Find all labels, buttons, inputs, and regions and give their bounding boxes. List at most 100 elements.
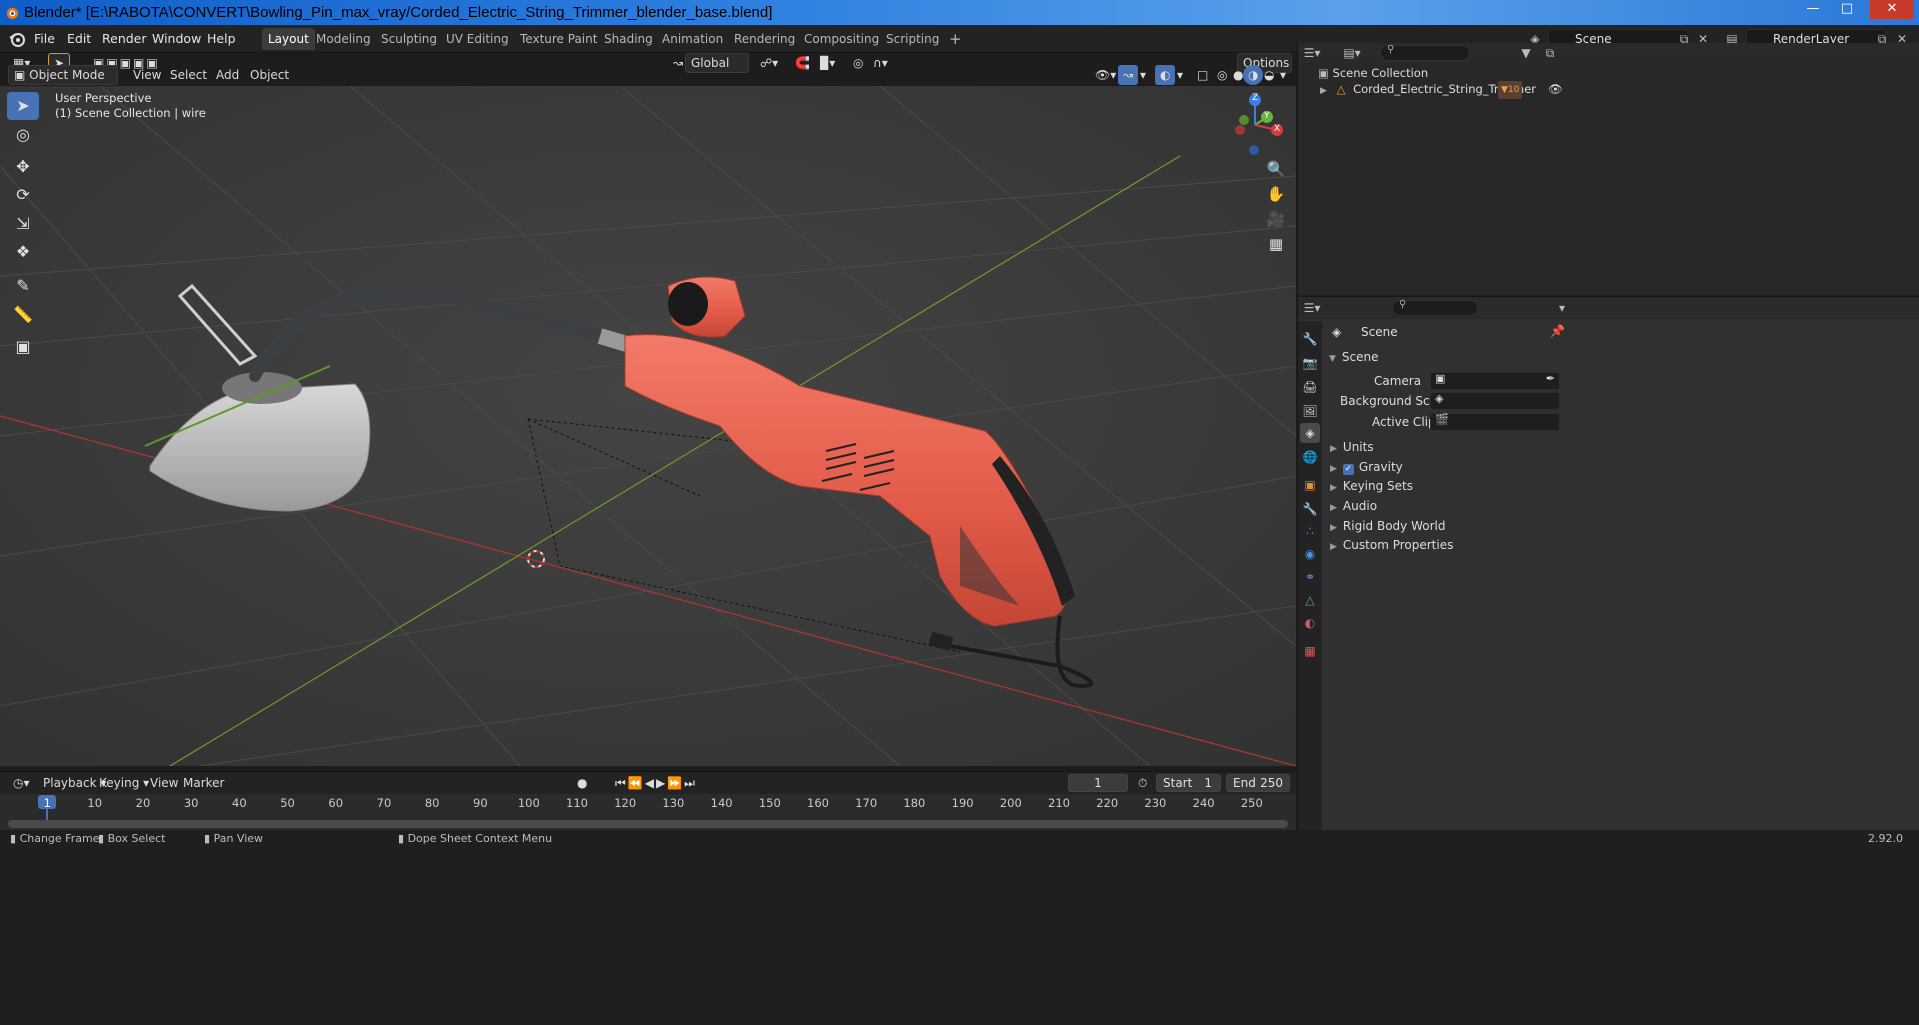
panel-custom-properties[interactable]: ▶ Custom Properties bbox=[1330, 538, 1453, 552]
modifier-tab-icon[interactable]: 🔧 bbox=[1300, 499, 1320, 519]
world-tab-icon[interactable]: 🌐 bbox=[1300, 447, 1320, 467]
viewport-menu-object[interactable]: Object bbox=[245, 65, 294, 85]
viewport-menu-view[interactable]: View bbox=[128, 65, 166, 85]
marker-menu[interactable]: Marker bbox=[178, 773, 229, 793]
texture-tab-icon[interactable]: ▦ bbox=[1300, 641, 1320, 661]
measure-icon[interactable]: 📏 bbox=[7, 301, 39, 329]
pin-icon[interactable]: 📌 bbox=[1550, 324, 1565, 338]
tab-modeling[interactable]: Modeling bbox=[310, 28, 377, 50]
eyedropper-icon[interactable]: ✒ bbox=[1546, 372, 1555, 385]
panel-gravity[interactable]: ▶ ✓ Gravity bbox=[1330, 460, 1403, 475]
viewport-perspective-label: User Perspective bbox=[55, 91, 152, 105]
tab-texture-paint[interactable]: Texture Paint bbox=[514, 28, 603, 50]
select-box-icon[interactable]: ➤ bbox=[7, 92, 39, 120]
current-frame-field[interactable]: 1 bbox=[1068, 774, 1128, 792]
expand-arrow-icon[interactable]: ▶ bbox=[1320, 86, 1327, 96]
display-mode-icon[interactable]: ▤▾ bbox=[1342, 44, 1362, 62]
xray-toggle-icon[interactable]: □ bbox=[1192, 65, 1213, 85]
add-cube-icon[interactable]: ▣ bbox=[7, 333, 39, 361]
zoom-icon[interactable]: 🔍 bbox=[1263, 157, 1289, 181]
panel-keying-sets[interactable]: ▶ Keying Sets bbox=[1330, 479, 1413, 493]
keying-label: Keying bbox=[99, 776, 140, 790]
properties-options-icon[interactable]: ▾ bbox=[1552, 299, 1572, 317]
end-frame-field[interactable]: End 250 bbox=[1226, 774, 1290, 792]
camera-field[interactable]: ▣ ✒ bbox=[1430, 372, 1560, 390]
add-workspace-button[interactable]: + bbox=[943, 28, 968, 50]
particles-tab-icon[interactable]: ∴ bbox=[1300, 521, 1320, 541]
cursor-icon[interactable]: ◎ bbox=[7, 121, 39, 149]
menu-help[interactable]: Help bbox=[203, 30, 240, 48]
menu-window[interactable]: Window bbox=[148, 30, 205, 48]
blender-menu-icon[interactable] bbox=[8, 30, 26, 48]
timeline-scrollbar[interactable] bbox=[8, 820, 1288, 828]
tab-uv-editing[interactable]: UV Editing bbox=[440, 28, 515, 50]
properties-editor-type-icon[interactable]: ☰▾ bbox=[1302, 299, 1322, 317]
stopwatch-icon[interactable]: ⏱ bbox=[1133, 773, 1152, 793]
record-keyframe-icon[interactable]: ● bbox=[572, 773, 592, 793]
tab-rendering[interactable]: Rendering bbox=[728, 28, 801, 50]
outliner-panel: ☰▾ ▤▾ ⚲ ▼ ⧉ ▣ Scene Collection ▶ △ Corde… bbox=[1297, 43, 1919, 295]
visibility-eye-icon[interactable]: 👁 bbox=[1548, 80, 1563, 98]
tab-compositing[interactable]: Compositing bbox=[798, 28, 885, 50]
output-tab-icon[interactable]: 🖨 bbox=[1300, 377, 1320, 397]
move-icon[interactable]: ✥ bbox=[7, 153, 39, 181]
object-tab-icon[interactable]: ▣ bbox=[1300, 475, 1320, 495]
render-tab-icon[interactable]: 📷 bbox=[1300, 353, 1320, 373]
background-scene-field[interactable]: ◈ bbox=[1430, 392, 1560, 410]
scale-icon[interactable]: ⇲ bbox=[7, 210, 39, 238]
panel-audio[interactable]: ▶ Audio bbox=[1330, 499, 1377, 513]
physics-tab-icon[interactable]: ◉ bbox=[1300, 544, 1320, 564]
filter-icon[interactable]: ▼ bbox=[1516, 44, 1536, 62]
playback-label: Playback bbox=[43, 776, 97, 790]
playback-controls-icons[interactable]: ⏮⏪◀▶⏩⏭ bbox=[610, 773, 702, 793]
view-layer-tab-icon[interactable]: 🖼 bbox=[1300, 401, 1320, 421]
properties-search-input[interactable]: ⚲ bbox=[1392, 299, 1478, 316]
camera-view-icon[interactable]: 🎥 bbox=[1263, 207, 1289, 231]
outliner-editor-type-icon[interactable]: ☰▾ bbox=[1302, 44, 1322, 62]
tab-layout[interactable]: Layout bbox=[262, 28, 315, 50]
menu-render[interactable]: Render bbox=[98, 30, 151, 48]
outliner-search-input[interactable]: ⚲ bbox=[1380, 44, 1470, 61]
gizmo-dropdown-icon[interactable]: ▾ bbox=[1135, 65, 1151, 85]
panel-gravity-label: Gravity bbox=[1358, 460, 1403, 474]
change-frame-label: Change Frame bbox=[19, 832, 100, 845]
panel-rigid-body-world[interactable]: ▶ Rigid Body World bbox=[1330, 519, 1445, 533]
transform-icon[interactable]: ❖ bbox=[7, 238, 39, 266]
tab-sculpting[interactable]: Sculpting bbox=[375, 28, 443, 50]
menu-file[interactable]: File bbox=[30, 30, 59, 48]
annotate-icon[interactable]: ✎ bbox=[7, 272, 39, 300]
constraints-tab-icon[interactable]: ⚭ bbox=[1300, 567, 1320, 587]
pan-hand-icon[interactable]: ✋ bbox=[1263, 182, 1289, 206]
panel-scene-header[interactable]: ▼ Scene bbox=[1329, 350, 1379, 364]
viewport-menu-select[interactable]: Select bbox=[165, 65, 212, 85]
visibility-toggle-icon[interactable]: 👁▾ bbox=[1090, 65, 1121, 85]
3d-viewport[interactable]: User Perspective (1) Scene Collection | … bbox=[0, 86, 1296, 766]
active-clip-field[interactable]: 🎬 bbox=[1430, 413, 1560, 431]
minimize-button[interactable]: — bbox=[1800, 0, 1826, 19]
menu-edit[interactable]: Edit bbox=[63, 30, 95, 48]
tab-scripting[interactable]: Scripting bbox=[880, 28, 945, 50]
expand-arrow-icon: ▶ bbox=[1330, 483, 1337, 493]
panel-units[interactable]: ▶ Units bbox=[1330, 440, 1374, 454]
maximize-button[interactable]: □ bbox=[1834, 0, 1860, 19]
tab-animation[interactable]: Animation bbox=[656, 28, 729, 50]
rotate-icon[interactable]: ⟳ bbox=[7, 181, 39, 209]
tab-shading[interactable]: Shading bbox=[598, 28, 659, 50]
material-tab-icon[interactable]: ◐ bbox=[1300, 613, 1320, 633]
new-collection-icon[interactable]: ⧉ bbox=[1540, 44, 1560, 62]
close-window-button[interactable]: ✕ bbox=[1870, 0, 1914, 19]
start-frame-field[interactable]: Start 1 bbox=[1156, 774, 1221, 792]
overlay-dropdown-icon[interactable]: ▾ bbox=[1172, 65, 1188, 85]
expand-arrow-icon: ▶ bbox=[1330, 542, 1337, 552]
perspective-toggle-icon[interactable]: ▦ bbox=[1263, 232, 1289, 256]
timeline-editor-type-icon[interactable]: ◷▾ bbox=[8, 773, 35, 793]
shading-dropdown-icon[interactable]: ▾ bbox=[1275, 65, 1291, 85]
scene-tab-icon[interactable]: ◈ bbox=[1300, 423, 1320, 443]
object-mode-select[interactable]: ▣ Object Mode ▾ bbox=[8, 65, 118, 100]
gravity-checkbox[interactable]: ✓ bbox=[1342, 464, 1354, 475]
data-tab-icon[interactable]: △ bbox=[1300, 590, 1320, 610]
properties-tabs: 🔧 📷 🖨 🖼 ◈ 🌐 ▣ 🔧 ∴ ◉ ⚭ △ ◐ ▦ bbox=[1298, 321, 1322, 831]
outliner-item-trimmer[interactable]: ▶ △ Corded_Electric_String_Trimmer ▼10 👁 bbox=[1320, 80, 1919, 99]
viewport-menu-add[interactable]: Add bbox=[211, 65, 244, 85]
tool-tab-icon[interactable]: 🔧 bbox=[1300, 329, 1320, 349]
